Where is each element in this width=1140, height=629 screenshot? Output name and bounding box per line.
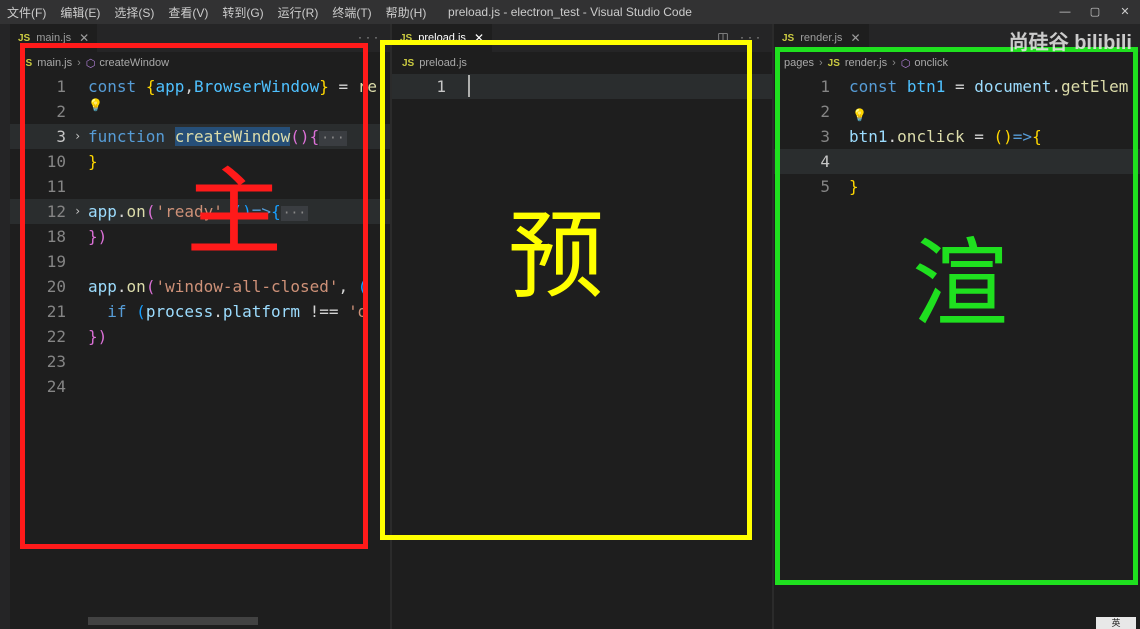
annotation-green-char: 渲 xyxy=(912,228,1008,340)
code-editor[interactable]: 1 const btn1 = document.getElem 2 💡 3 btn1.… xyxy=(774,74,1140,199)
split-editor-icon[interactable]: ◫ ··· xyxy=(717,30,764,44)
watermark: 尚硅谷 bilibili xyxy=(1008,32,1132,54)
window-controls: — ▢ ✕ xyxy=(1050,0,1140,24)
breadcrumb-folder[interactable]: pages xyxy=(784,57,814,69)
js-file-icon: JS xyxy=(402,57,415,69)
code-editor[interactable]: 1 xyxy=(392,74,772,99)
annotation-yellow-char: 预 xyxy=(508,200,604,312)
js-file-icon: JS xyxy=(18,32,31,44)
tab-bar: JS preload.js ✕ ◫ ··· xyxy=(392,24,772,52)
menu-selection[interactable]: 选择(S) xyxy=(107,4,161,21)
breadcrumb: JS main.js › ⬡ createWindow xyxy=(10,52,390,74)
menu-go[interactable]: 转到(G) xyxy=(215,4,270,21)
tab-label: render.js xyxy=(800,32,843,44)
chevron-right-icon: › xyxy=(818,57,823,69)
menu-bar: 文件(F) 编辑(E) 选择(S) 查看(V) 转到(G) 运行(R) 终端(T… xyxy=(0,0,433,24)
close-icon[interactable]: ✕ xyxy=(474,31,484,45)
editor-group-main: JS main.js ✕ ··· JS main.js › ⬡ createWi… xyxy=(10,24,390,629)
js-file-icon: JS xyxy=(20,57,33,69)
breadcrumb-symbol[interactable]: createWindow xyxy=(99,57,169,69)
menu-terminal[interactable]: 终端(T) xyxy=(325,4,378,21)
lightbulb-icon[interactable]: 💡 xyxy=(88,93,103,118)
minimize-button[interactable]: — xyxy=(1050,0,1080,24)
tab-main-js[interactable]: JS main.js ✕ xyxy=(10,24,98,52)
title-bar: 文件(F) 编辑(E) 选择(S) 查看(V) 转到(G) 运行(R) 终端(T… xyxy=(0,0,1140,24)
breadcrumb-file[interactable]: preload.js xyxy=(419,57,467,69)
chevron-right-icon: › xyxy=(892,57,896,69)
ime-indicator: 英 xyxy=(1096,617,1136,629)
tab-label: preload.js xyxy=(418,32,466,44)
tab-bar: JS main.js ✕ ··· xyxy=(10,24,390,52)
breadcrumb-file[interactable]: main.js xyxy=(37,57,72,69)
tab-render-js[interactable]: JS render.js ✕ xyxy=(774,24,869,52)
annotation-red-char: 主 xyxy=(186,157,282,269)
js-file-icon: JS xyxy=(782,32,795,44)
horizontal-scrollbar[interactable] xyxy=(88,617,258,625)
js-file-icon: JS xyxy=(827,57,840,69)
menu-file[interactable]: 文件(F) xyxy=(0,4,53,21)
breadcrumb-file[interactable]: render.js xyxy=(845,57,887,69)
method-symbol-icon: ⬡ xyxy=(85,57,96,70)
js-file-icon: JS xyxy=(400,32,413,44)
activity-strip xyxy=(0,24,10,629)
method-symbol-icon: ⬡ xyxy=(900,57,911,70)
menu-run[interactable]: 运行(R) xyxy=(271,4,326,21)
menu-help[interactable]: 帮助(H) xyxy=(379,4,434,21)
tab-preload-js[interactable]: JS preload.js ✕ xyxy=(392,24,492,52)
close-icon[interactable]: ✕ xyxy=(79,31,89,45)
menu-view[interactable]: 查看(V) xyxy=(161,4,215,21)
breadcrumb: pages › JS render.js › ⬡ onclick xyxy=(774,52,1140,74)
breadcrumb: JS preload.js xyxy=(392,52,772,74)
menu-edit[interactable]: 编辑(E) xyxy=(53,4,107,21)
editor-group-preload: JS preload.js ✕ ◫ ··· JS preload.js 1 xyxy=(392,24,772,629)
breadcrumb-symbol[interactable]: onclick xyxy=(914,57,948,69)
chevron-right-icon: › xyxy=(77,57,81,69)
tab-label: main.js xyxy=(36,32,72,44)
more-actions-icon[interactable]: ··· xyxy=(358,30,382,44)
close-icon[interactable]: ✕ xyxy=(850,31,860,45)
maximize-button[interactable]: ▢ xyxy=(1080,0,1110,24)
close-window-button[interactable]: ✕ xyxy=(1110,0,1140,24)
